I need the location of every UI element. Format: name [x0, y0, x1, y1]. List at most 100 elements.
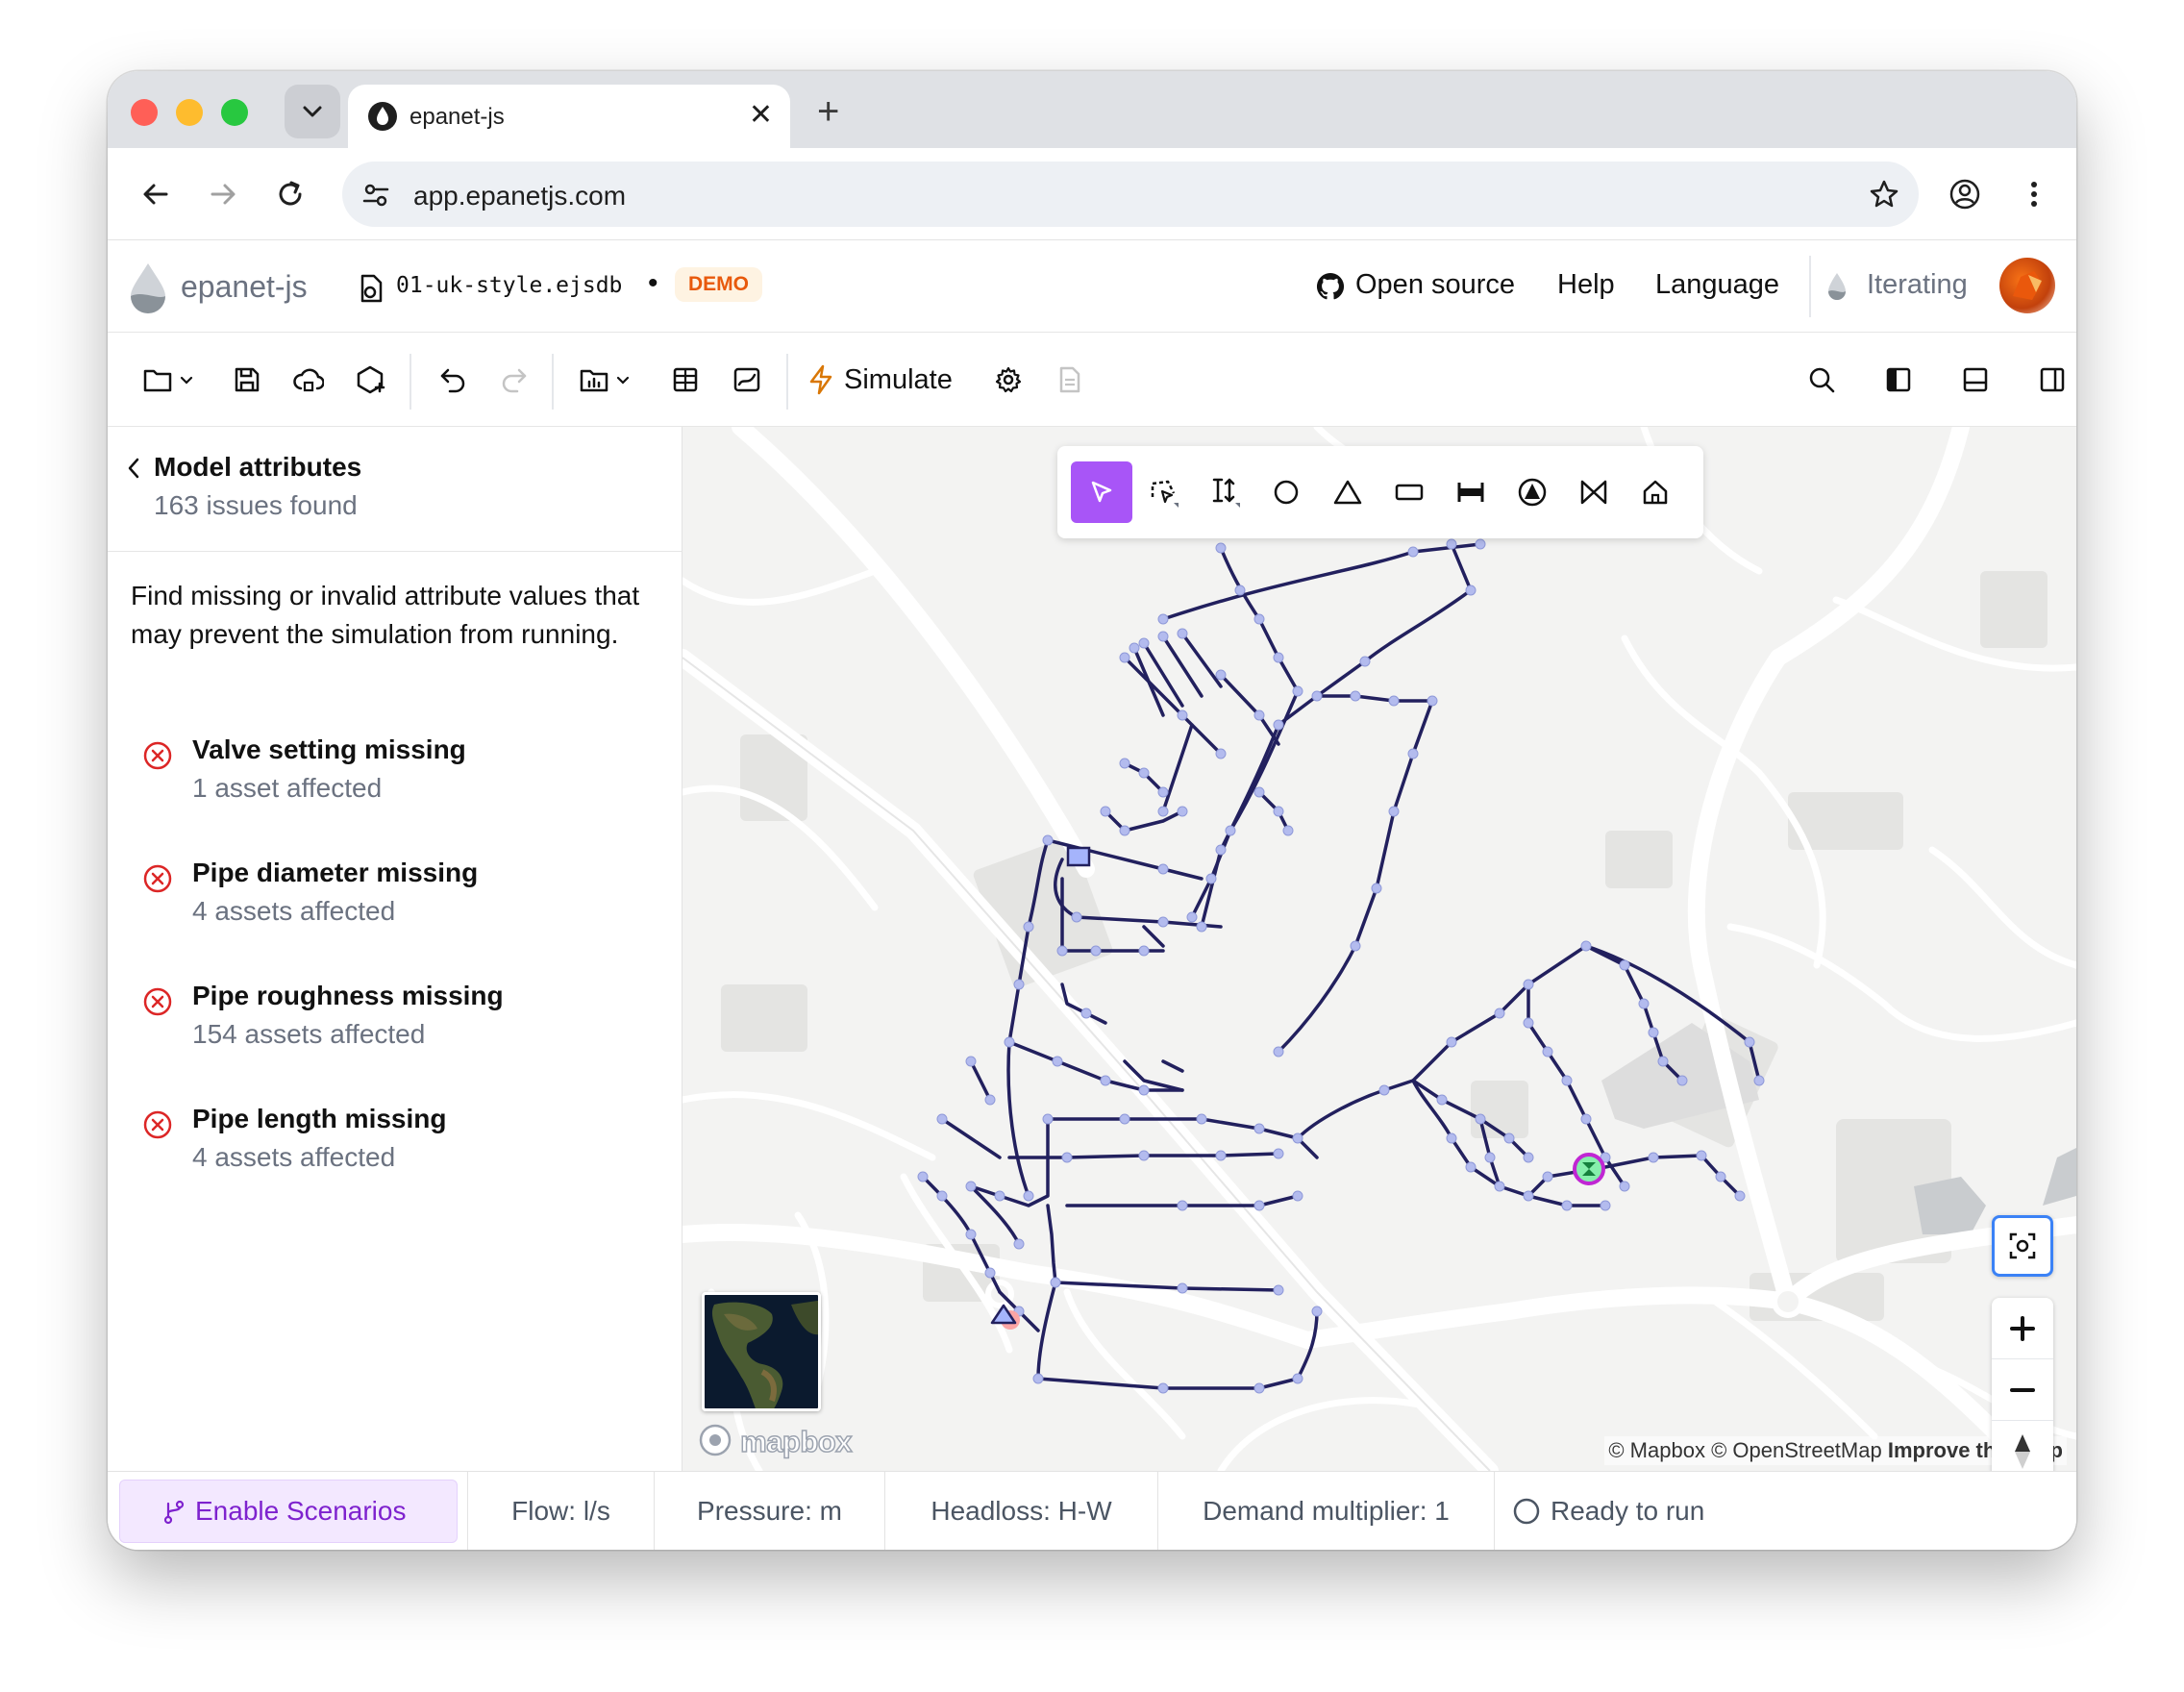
toggle-right-panel-button[interactable]	[2032, 360, 2072, 400]
demand-multiplier[interactable]: Demand multiplier: 1	[1157, 1472, 1494, 1550]
help-link[interactable]: Help	[1557, 269, 1615, 301]
user-avatar[interactable]	[1999, 258, 2055, 313]
git-branch-icon	[163, 1500, 185, 1525]
pipe-tool[interactable]	[1440, 461, 1502, 523]
language-menu[interactable]: Language	[1655, 269, 1779, 301]
url-text: app.epanetjs.com	[413, 181, 627, 211]
browser-menu-button[interactable]	[2013, 173, 2055, 215]
connect-icon	[1212, 478, 1240, 508]
open-file-menu[interactable]	[136, 360, 200, 400]
toggle-bottom-panel-button[interactable]	[1955, 360, 1996, 400]
folder-icon	[143, 369, 172, 392]
gear-icon	[995, 366, 1022, 393]
chevron-down-icon	[616, 376, 630, 385]
junction-tool[interactable]	[1255, 461, 1317, 523]
select-tool[interactable]	[1071, 461, 1132, 523]
lightning-icon	[809, 364, 832, 395]
minimize-window-button[interactable]	[176, 99, 203, 126]
pump-tool[interactable]	[1502, 461, 1563, 523]
junction-icon	[1274, 480, 1299, 505]
browser-tab[interactable]: epanet-js ✕	[348, 85, 790, 148]
close-tab-icon[interactable]: ✕	[749, 98, 773, 133]
compass-button[interactable]	[1992, 1421, 2053, 1471]
mapbox-mark-icon	[699, 1424, 732, 1456]
headloss-formula[interactable]: Headloss: H-W	[884, 1472, 1157, 1550]
map-layers-button[interactable]	[727, 360, 767, 400]
connect-tool[interactable]	[1194, 461, 1255, 523]
lasso-tool[interactable]	[1132, 461, 1194, 523]
save-as-button[interactable]	[288, 360, 329, 400]
error-circle-icon	[143, 1110, 172, 1139]
epanet-logo-icon	[131, 263, 165, 313]
account-icon	[1949, 179, 1980, 210]
panel-bottom-icon	[1963, 367, 1988, 392]
attribution-osm-link[interactable]: © OpenStreetMap	[1711, 1438, 1882, 1462]
new-tab-button[interactable]: +	[817, 92, 839, 131]
open-source-link[interactable]: Open source	[1355, 269, 1515, 301]
bookmark-star-icon[interactable]	[1869, 179, 1899, 210]
tank-tool[interactable]	[1378, 461, 1440, 523]
close-window-button[interactable]	[131, 99, 158, 126]
report-button[interactable]	[1050, 360, 1090, 400]
save-button[interactable]	[227, 360, 267, 400]
forward-button[interactable]	[202, 173, 244, 215]
more-vertical-icon	[2031, 182, 2037, 207]
file-name[interactable]: 01-uk-style.ejsdb	[396, 273, 622, 298]
profile-button[interactable]	[1944, 173, 1986, 215]
lasso-icon	[1151, 480, 1179, 508]
search-button[interactable]	[1801, 360, 1842, 400]
toggle-left-panel-button[interactable]	[1878, 360, 1919, 400]
chevron-left-icon[interactable]	[125, 456, 142, 481]
new-shape-icon	[357, 365, 385, 394]
issue-pipe-roughness[interactable]: Pipe roughness missing 154 assets affect…	[142, 981, 642, 1073]
error-circle-icon	[143, 864, 172, 893]
zoom-out-button[interactable]	[1992, 1359, 2053, 1421]
basemap	[682, 427, 2076, 1471]
toolbar-divider	[410, 354, 411, 410]
site-settings-icon	[362, 184, 389, 207]
run-status[interactable]: Ready to run	[1494, 1472, 1744, 1550]
locate-button[interactable]	[1992, 1215, 2053, 1277]
reservoir-tool[interactable]	[1317, 461, 1378, 523]
flow-units[interactable]: Flow: l/s	[467, 1472, 654, 1550]
issue-count: 1 asset affected	[192, 773, 383, 803]
redo-button[interactable]	[494, 360, 534, 400]
customer-point-tool[interactable]	[1625, 461, 1686, 523]
focus-target-icon	[2009, 1232, 2036, 1259]
toolbar-divider	[552, 354, 554, 410]
table-view-button[interactable]	[665, 360, 706, 400]
issue-valve-setting[interactable]: Valve setting missing 1 asset affected	[142, 734, 642, 827]
plan-status[interactable]: Iterating	[1867, 269, 1968, 301]
tab-search-button[interactable]	[285, 85, 340, 138]
map-canvas[interactable]: mapbox © Mapbox © OpenStreetMap Improve …	[682, 427, 2076, 1471]
attribution-mapbox-link[interactable]: © Mapbox	[1608, 1438, 1705, 1462]
zoom-in-button[interactable]	[1992, 1298, 2053, 1359]
new-project-button[interactable]	[350, 360, 390, 400]
maximize-window-button[interactable]	[221, 99, 248, 126]
issue-title: Pipe length missing	[192, 1104, 447, 1133]
issue-pipe-diameter[interactable]: Pipe diameter missing 4 assets affected	[142, 858, 642, 950]
simulate-button[interactable]: Simulate	[807, 360, 961, 400]
cloud-save-icon	[293, 368, 324, 392]
simulation-settings-button[interactable]	[988, 360, 1029, 400]
satellite-minimap[interactable]	[702, 1292, 821, 1411]
map-route-icon	[733, 367, 760, 392]
zoom-controls	[1992, 1298, 2053, 1471]
address-bar[interactable]: app.epanetjs.com	[342, 162, 1919, 227]
reload-button[interactable]	[269, 173, 311, 215]
issue-pipe-length[interactable]: Pipe length missing 4 assets affected	[142, 1104, 642, 1196]
valve-tool[interactable]	[1563, 461, 1625, 523]
status-circle-icon	[1513, 1498, 1540, 1525]
mapbox-logo[interactable]: mapbox	[698, 1423, 853, 1459]
import-menu[interactable]	[573, 360, 636, 400]
issue-title: Valve setting missing	[192, 734, 466, 764]
enable-scenarios-button[interactable]: Enable Scenarios	[119, 1480, 458, 1543]
pump-icon	[1518, 478, 1547, 507]
undo-icon	[440, 368, 465, 393]
folder-chart-icon	[580, 369, 608, 392]
house-icon	[1643, 480, 1668, 505]
back-button[interactable]	[135, 173, 177, 215]
pressure-units[interactable]: Pressure: m	[654, 1472, 884, 1550]
panel-title: Model attributes	[154, 452, 362, 482]
undo-button[interactable]	[433, 360, 473, 400]
